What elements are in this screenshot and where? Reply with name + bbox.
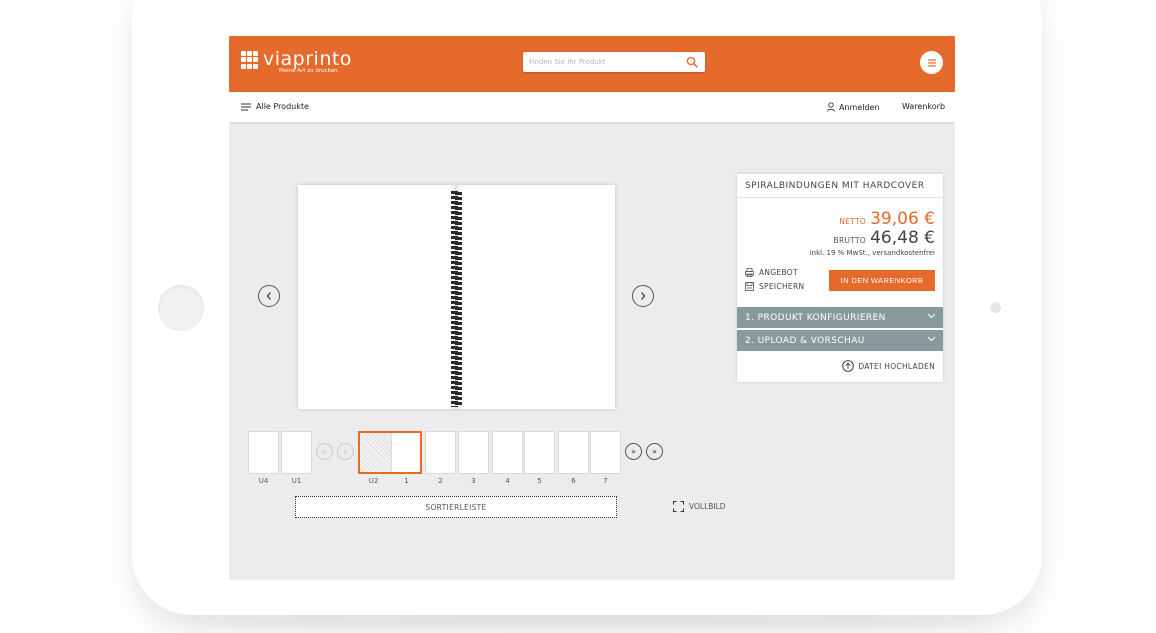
search-icon[interactable] [686, 56, 698, 68]
thumbnail-label: 4 [505, 477, 510, 485]
fullscreen-label: VOLLBILD [689, 502, 726, 511]
login-link[interactable]: Anmelden [827, 102, 880, 112]
thumbnail-label: U1 [291, 477, 302, 485]
thumbnail-label: 2 [438, 477, 443, 485]
thumbnail-divider [391, 433, 392, 472]
thumbnail-label: U4 [258, 477, 269, 485]
netto-label: NETTO [839, 217, 867, 226]
search-box [523, 52, 705, 72]
brutto-label: BRUTTO [833, 236, 867, 245]
product-panel: SPIRALBINDUNGEN MIT HARDCOVER NETTO 39,0… [737, 174, 943, 382]
brand-tagline: Meine Art zu drucken. [279, 68, 340, 74]
brand-logo[interactable]: viaprinto Meine Art zu drucken. [241, 48, 352, 74]
all-products-link[interactable]: Alle Produkte [241, 102, 309, 111]
thumbnail-page-3[interactable] [458, 431, 489, 474]
next-page-icon: » [631, 446, 636, 456]
save-label: SPEICHERN [759, 282, 805, 291]
fullscreen-button[interactable]: VOLLBILD [673, 501, 726, 512]
header-bar: viaprinto Meine Art zu drucken. [229, 36, 955, 92]
thumbnail-page-7[interactable] [590, 431, 621, 474]
user-icon [827, 102, 835, 112]
search-input[interactable] [529, 55, 679, 69]
thumbnail-page-6[interactable] [558, 431, 589, 474]
upload-label: DATEI HOCHLADEN [858, 361, 935, 371]
first-page-button[interactable]: « [316, 443, 333, 460]
nav-bar: Alle Produkte Anmelden Warenkorb [229, 92, 955, 122]
arrow-left-icon [266, 292, 271, 300]
previous-page-button[interactable] [258, 285, 280, 307]
thumbnail-label: 6 [571, 477, 576, 485]
app-screen: viaprinto Meine Art zu drucken. Finden S… [229, 36, 955, 580]
camera-dot [990, 302, 1001, 313]
save-link[interactable]: SPEICHERN [745, 282, 804, 291]
home-button [158, 285, 204, 331]
brutto-value: 46,48 € [870, 228, 935, 248]
thumbnail-label: 3 [471, 477, 476, 485]
upload-file-button[interactable]: DATEI HOCHLADEN [842, 360, 935, 372]
hamburger-icon [241, 103, 251, 110]
thumbnail-spread-selected[interactable] [358, 431, 422, 474]
last-page-button[interactable]: » [646, 443, 663, 460]
thumbnail-page-4[interactable] [492, 431, 523, 474]
arrow-right-icon [641, 292, 646, 300]
step-upload-label: 2. UPLOAD & VORSCHAU [745, 335, 865, 346]
brand-name: viaprinto [263, 48, 352, 70]
thumbnail-page-2[interactable] [425, 431, 456, 474]
netto-value: 39,06 € [870, 209, 935, 229]
thumbnail-label: 1 [404, 477, 409, 485]
thumbnail-u2 [360, 433, 391, 472]
last-page-icon: » [652, 446, 657, 456]
thumbnail-label: U2 [368, 477, 379, 485]
fullscreen-icon [673, 501, 684, 512]
menu-button[interactable] [920, 51, 943, 74]
offer-label: ANGEBOT [759, 268, 798, 277]
add-to-cart-button[interactable]: IN DEN WARENKORB [829, 270, 935, 291]
step-configure-label: 1. PRODUKT KONFIGURIEREN [745, 312, 886, 323]
save-icon [745, 282, 754, 291]
thumbnail-page-5[interactable] [524, 431, 555, 474]
step-configure-accordion[interactable]: 1. PRODUKT KONFIGURIEREN [737, 307, 943, 328]
next-pages-button[interactable]: » [625, 443, 642, 460]
hamburger-icon [927, 58, 936, 67]
offer-icon [745, 268, 754, 277]
divider [737, 197, 943, 198]
chevron-down-icon [927, 313, 936, 319]
prev-page-icon: « [343, 446, 348, 456]
next-page-button[interactable] [632, 285, 654, 307]
product-title: SPIRALBINDUNGEN MIT HARDCOVER [745, 181, 925, 191]
logo-mark [241, 51, 259, 69]
thumbnail-u4[interactable] [248, 431, 279, 474]
login-label: Anmelden [839, 102, 880, 112]
sort-bar[interactable]: SORTIERLEISTE [295, 496, 617, 518]
offer-link[interactable]: ANGEBOT [745, 268, 798, 277]
spiral-binding [449, 187, 463, 407]
all-products-label: Alle Produkte [256, 102, 309, 111]
upload-icon [842, 360, 855, 372]
thumbnail-u1[interactable] [281, 431, 312, 474]
thumbnail-label: 7 [603, 477, 608, 485]
prev-page-button[interactable]: « [337, 443, 354, 460]
price-note: inkl. 19 % MwSt., versandkostenfrei [809, 249, 935, 257]
book-preview[interactable] [298, 185, 615, 409]
chevron-down-icon [927, 336, 936, 342]
netto-price: NETTO 39,06 € [839, 210, 935, 228]
cart-link[interactable]: Warenkorb [902, 102, 945, 111]
step-upload-accordion[interactable]: 2. UPLOAD & VORSCHAU [737, 330, 943, 351]
thumbnail-label: 5 [537, 477, 542, 485]
brutto-price: BRUTTO 46,48 € [834, 229, 935, 247]
first-page-icon: « [322, 446, 327, 456]
